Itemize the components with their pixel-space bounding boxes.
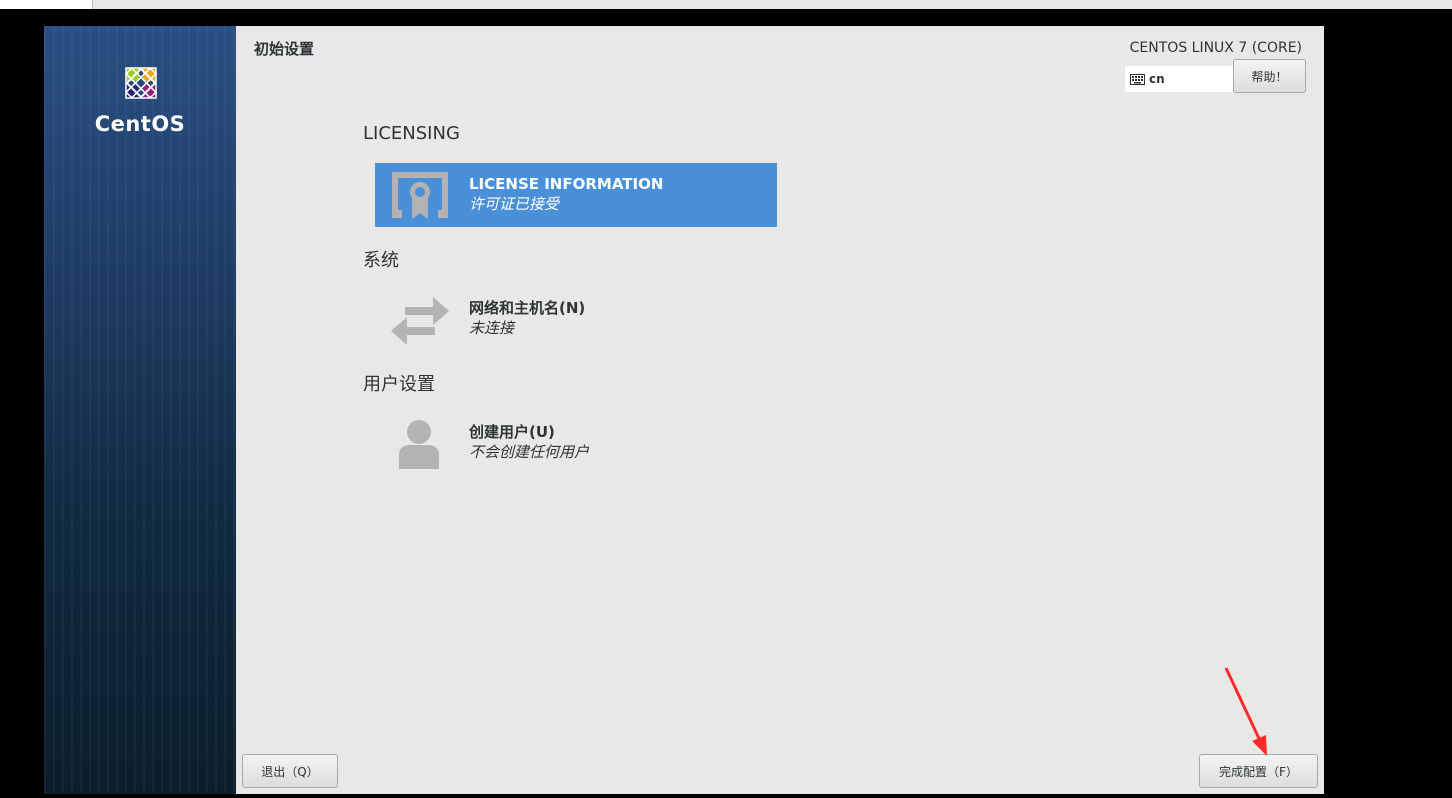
section-title-system: 系统 [363, 250, 399, 271]
quit-button[interactable]: 退出（Q） [242, 754, 338, 788]
spoke-create-user[interactable]: 创建用户(U) 不会创建任何用户 [375, 411, 777, 475]
spoke-name: LICENSE INFORMATION [469, 175, 664, 193]
host-tab[interactable] [0, 0, 93, 9]
user-icon [399, 420, 439, 469]
centos-logo-text: CentOS [94, 112, 186, 136]
spoke-network-hostname[interactable]: 网络和主机名(N) 未连接 [375, 287, 777, 351]
centos-logo-icon [125, 67, 157, 99]
spoke-status: 未连接 [469, 319, 515, 337]
initial-setup-hub: 初始设置 CENTOS LINUX 7 (CORE) cn 帮助！ LICENS… [236, 26, 1324, 794]
network-arrows-icon [391, 297, 449, 345]
finish-configuration-button[interactable]: 完成配置（F） [1199, 754, 1318, 788]
host-window-strip [0, 0, 1452, 9]
spoke-status: 许可证已接受 [469, 195, 560, 213]
sidebar: CentOS [44, 26, 236, 794]
section-title-licensing: LICENSING [363, 123, 460, 144]
certificate-icon [392, 172, 448, 219]
spoke-name: 网络和主机名(N) [469, 299, 586, 317]
keyboard-layout-label: cn [1149, 72, 1165, 86]
spoke-license-information[interactable]: LICENSE INFORMATION 许可证已接受 [375, 163, 777, 227]
spoke-status: 不会创建任何用户 [469, 443, 590, 461]
page-title: 初始设置 [254, 40, 315, 58]
help-button[interactable]: 帮助！ [1233, 59, 1306, 93]
section-title-user-settings: 用户设置 [363, 374, 435, 395]
product-name: CENTOS LINUX 7 (CORE) [1129, 40, 1302, 56]
keyboard-layout-indicator[interactable]: cn [1125, 66, 1233, 92]
keyboard-icon [1130, 73, 1145, 85]
spoke-name: 创建用户(U) [469, 423, 555, 441]
